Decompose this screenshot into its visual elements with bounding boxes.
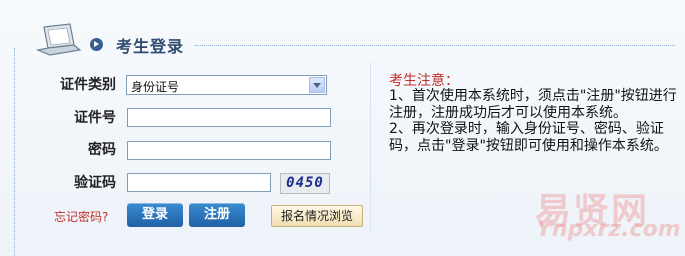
password-label: 密码: [88, 142, 116, 158]
id-number-label: 证件号: [74, 110, 116, 126]
password-input[interactable]: [127, 141, 331, 160]
notice-item-2: 2、再次登录时，输入身份证号、密码、验证码，点击"登录"按钮即可使用和操作本系统…: [389, 121, 668, 154]
captcha-label: 验证码: [74, 175, 116, 191]
notice-divider: [370, 62, 371, 232]
id-type-select[interactable]: 身份证号: [126, 75, 327, 95]
captcha-image[interactable]: 0450: [280, 173, 330, 194]
id-number-input[interactable]: [127, 108, 331, 127]
login-button[interactable]: 登录: [127, 203, 183, 227]
login-panel: 考生登录 证件类别 身份证号 证件号 密码 验证码 0450 忘记密码? 登录 …: [0, 0, 685, 256]
browse-registration-button[interactable]: 报名情况浏览: [271, 205, 363, 227]
arrow-right-icon: [90, 38, 103, 51]
header-divider: [195, 45, 675, 47]
id-type-label: 证件类别: [60, 77, 116, 93]
laptop-icon: [36, 23, 82, 56]
panel-border: [14, 48, 16, 256]
page-title: 考生登录: [116, 37, 185, 56]
watermark-url: Ynpxrz.com: [536, 217, 681, 242]
notice-item-1: 1、首次使用本系统时，须点击"注册"按钮进行注册，注册成功后才可以使用本系统。: [389, 88, 677, 121]
forgot-password-link[interactable]: 忘记密码?: [54, 208, 108, 225]
notice-title: 考生注意：: [389, 73, 459, 89]
chevron-down-icon[interactable]: [309, 77, 325, 93]
id-type-selected-value: 身份证号: [131, 80, 180, 94]
captcha-input[interactable]: [127, 173, 271, 192]
notice-body: 1、首次使用本系统时，须点击"注册"按钮进行注册，注册成功后才可以使用本系统。 …: [389, 88, 677, 154]
register-button[interactable]: 注册: [189, 203, 245, 227]
